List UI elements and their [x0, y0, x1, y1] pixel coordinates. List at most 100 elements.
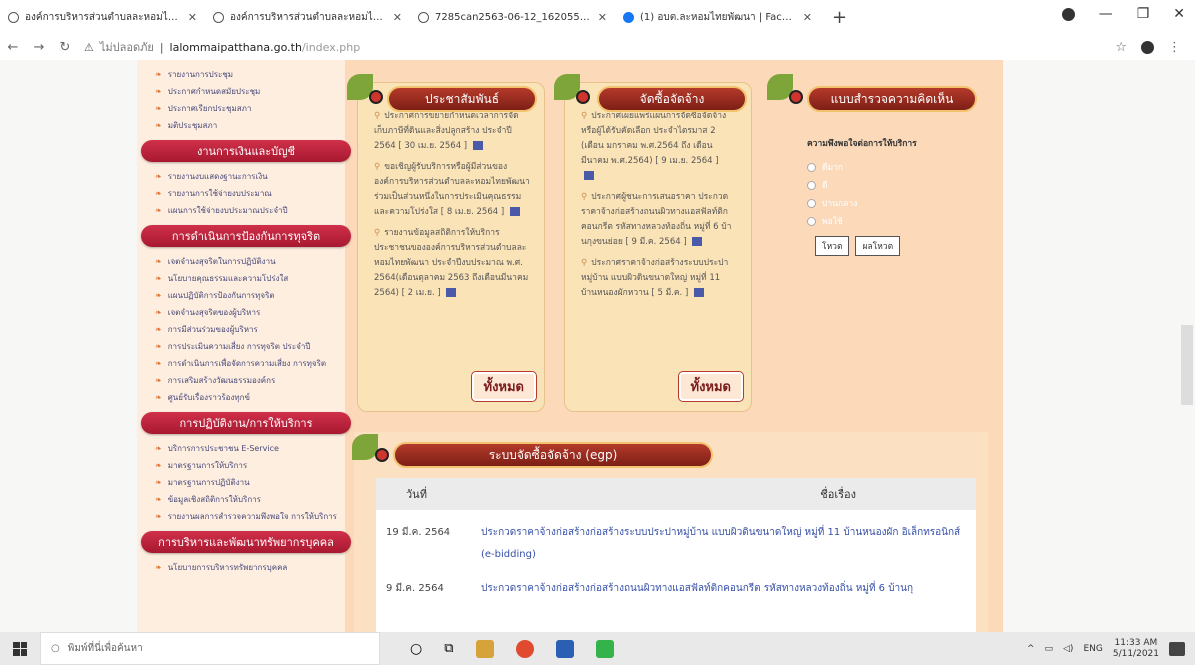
row-title[interactable]: ประกวดราคาจ้างก่อสร้างก่อสร้างระบบประปาห…	[481, 522, 976, 566]
radio-button[interactable]	[807, 198, 816, 208]
sidebar-item[interactable]: ❧ การดำเนินการเพื่อจัดการความเสี่ยง การทุ…	[155, 355, 345, 372]
browser-tab[interactable]: 7285can2563-06-12_162055pk ✕	[410, 4, 615, 30]
close-icon[interactable]: ✕	[188, 11, 197, 24]
sidebar-item[interactable]: ❧ ศูนย์รับเรื่องราวร้องทุกข์	[155, 389, 345, 406]
scrollbar[interactable]	[1181, 325, 1193, 405]
pr-box: ⚲ ประกาศการขยายกำหนดเวลาการจัดเก็บภาษีที่…	[357, 82, 545, 412]
close-window-icon[interactable]: ✕	[1173, 6, 1185, 22]
avatar[interactable]	[1141, 40, 1154, 54]
radio-button[interactable]	[807, 162, 816, 172]
network-icon[interactable]: ▭	[1044, 644, 1053, 654]
sidebar-item[interactable]: ❧ รายงานงบแสดงฐานะการเงิน	[155, 168, 345, 185]
start-button[interactable]	[0, 632, 40, 665]
task-view-icon[interactable]: ⧉	[444, 641, 453, 656]
all-procurement-button[interactable]: ทั้งหมด	[678, 372, 743, 401]
browser-tab[interactable]: (1) อบต.ละหอมไทยพัฒนา | Facebook ✕	[615, 4, 820, 30]
vote-result-button[interactable]: ผลโหวต	[855, 236, 901, 256]
radio-button[interactable]	[807, 216, 816, 226]
sidebar-heading-service: การปฏิบัติงาน/การให้บริการ	[141, 412, 351, 434]
profile-icon[interactable]	[1061, 7, 1075, 21]
sidebar-item[interactable]: ❧ การมีส่วนร่วมของผู้บริหาร	[155, 321, 345, 338]
sidebar-item[interactable]: ❧ แผนปฏิบัติการป้องกันการทุจริต	[155, 287, 345, 304]
sidebar-item[interactable]: ❧ รายงานผลการสำรวจความพึงพอใจ การให้บริกา…	[155, 508, 345, 525]
forward-icon[interactable]: →	[26, 40, 52, 55]
news-item[interactable]: ⚲ ประกาศผู้ชนะการเสนอราคา ประกวดราคาจ้างก…	[581, 190, 737, 250]
maximize-icon[interactable]: ❐	[1137, 6, 1150, 22]
notification-icon[interactable]	[1169, 641, 1185, 656]
sidebar-item[interactable]: ❧ เจตจำนงสุจริตในการปฏิบัติงาน	[155, 253, 345, 270]
sidebar-item[interactable]: ❧ ข้อมูลเชิงสถิติการให้บริการ	[155, 491, 345, 508]
survey-option[interactable]: ปานกลาง	[807, 194, 967, 212]
site-body: ❧ รายงานการประชุม ❧ ประกาศกำหนดสมัยประชุม …	[137, 60, 1003, 632]
sidebar-item[interactable]: ❧ แผนการใช้จ่ายงบประมาณประจำปี	[155, 202, 345, 219]
row-title[interactable]: ประกวดราคาจ้างก่อสร้างก่อสร้างถนนผิวทางแ…	[481, 578, 913, 600]
news-item[interactable]: ⚲ ประกาศเผยแพร่แผนการจัดซื้อจัดจ้างหรือผู…	[581, 109, 737, 184]
reload-icon[interactable]: ↻	[52, 40, 78, 55]
vote-button[interactable]: โหวต	[815, 236, 850, 256]
sidebar-item[interactable]: ❧ การเสริมสร้างวัฒนธรรมองค์กร	[155, 372, 345, 389]
url-path: /index.php	[301, 40, 361, 54]
sidebar-item[interactable]: ❧ นโยบายคุณธรรมและความโปร่งใส	[155, 270, 345, 287]
cortana-icon[interactable]: ○	[410, 641, 422, 657]
volume-icon[interactable]: ◁)	[1063, 644, 1073, 654]
floppy-icon	[584, 171, 594, 180]
window-controls: — ❐ ✕	[1061, 6, 1185, 22]
star-icon[interactable]: ☆	[1115, 40, 1127, 55]
minimize-icon[interactable]: —	[1099, 6, 1113, 22]
news-item[interactable]: ⚲ รายงานข้อมูลสถิติการให้บริการประชาชนของ…	[374, 226, 530, 301]
all-news-button[interactable]: ทั้งหมด	[471, 372, 536, 401]
close-icon[interactable]: ✕	[393, 11, 402, 24]
security-label: ไม่ปลอดภัย	[99, 41, 154, 54]
chrome-icon[interactable]	[515, 639, 534, 658]
warning-icon[interactable]: ⚠	[84, 41, 94, 54]
menu-icon[interactable]: ⋮	[1168, 40, 1181, 55]
line-icon[interactable]	[595, 639, 614, 658]
sidebar-item[interactable]: ❧ รายงานการใช้จ่ายงบประมาณ	[155, 185, 345, 202]
word-icon[interactable]	[555, 639, 574, 658]
system-tray: ^ ▭ ◁) ENG 11:33 AM 5/11/2021	[1027, 638, 1185, 660]
bullet-icon: ❧	[155, 104, 162, 113]
clock-date: 5/11/2021	[1112, 648, 1159, 659]
row-date: 19 มี.ค. 2564	[386, 527, 451, 538]
bullet-icon: ❧	[155, 461, 162, 470]
sidebar-item[interactable]: ❧ มาตรฐานการปฏิบัติงาน	[155, 474, 345, 491]
news-item[interactable]: ⚲ ประกาศราคาจ้างก่อสร้างระบบประปาหมู่บ้าน…	[581, 256, 737, 301]
sidebar-item[interactable]: ❧ รายงานการประชุม	[155, 66, 345, 83]
sidebar-item[interactable]: ❧ การประเมินความเสี่ยง การทุจริต ประจำปี	[155, 338, 345, 355]
sidebar-item[interactable]: ❧ นโยบายการบริหารทรัพยากรบุคคล	[155, 559, 345, 576]
survey-option[interactable]: ดีมาก	[807, 158, 967, 176]
browser-tab[interactable]: องค์การบริหารส่วนตำบลละหอมไทยพัฒนา ✕	[205, 4, 410, 30]
browser-tab[interactable]: องค์การบริหารส่วนตำบลละหอมไทยพัฒนา ✕	[0, 4, 205, 30]
taskbar-search[interactable]: ○ พิมพ์ที่นี่เพื่อค้นหา	[40, 632, 380, 665]
chevron-up-icon[interactable]: ^	[1027, 644, 1035, 654]
floppy-icon	[693, 288, 704, 297]
sidebar-item[interactable]: ❧ เจตจำนงสุจริตของผู้บริหาร	[155, 304, 345, 321]
bullet-icon: ❧	[155, 291, 162, 300]
close-icon[interactable]: ✕	[598, 11, 607, 24]
close-icon[interactable]: ✕	[803, 11, 812, 24]
survey-option[interactable]: ดี	[807, 176, 967, 194]
clock[interactable]: 11:33 AM 5/11/2021	[1113, 638, 1159, 660]
file-explorer-icon[interactable]	[475, 639, 494, 658]
radio-button[interactable]	[807, 180, 816, 190]
pin-icon: ⚲	[581, 258, 588, 268]
sidebar-item[interactable]: ❧ ประกาศเรียกประชุมสภา	[155, 100, 345, 117]
bullet-icon: ❧	[155, 172, 162, 181]
back-icon[interactable]: ←	[0, 40, 26, 55]
sidebar-heading-finance: งานการเงินและบัญชี	[141, 140, 351, 162]
table-row[interactable]: 19 มี.ค. 2564 ประกวดราคาจ้างก่อสร้างก่อส…	[376, 510, 976, 566]
ladybug-icon	[789, 90, 803, 104]
procurement-box: ⚲ ประกาศเผยแพร่แผนการจัดซื้อจัดจ้างหรือผู…	[564, 82, 752, 412]
sidebar-item[interactable]: ❧ มาตรฐานการให้บริการ	[155, 457, 345, 474]
sidebar-item[interactable]: ❧ มติประชุมสภา	[155, 117, 345, 134]
new-tab-button[interactable]: +	[820, 7, 859, 28]
news-item[interactable]: ⚲ ประกาศการขยายกำหนดเวลาการจัดเก็บภาษีที่…	[374, 109, 530, 154]
sidebar-item[interactable]: ❧ บริการการประชาชน E-Service	[155, 440, 345, 457]
survey-option[interactable]: พอใช้	[807, 212, 967, 230]
sidebar-item[interactable]: ❧ ประกาศกำหนดสมัยประชุม	[155, 83, 345, 100]
url-field[interactable]: ⚠ ไม่ปลอดภัย | lalommaipatthana.go.th/in…	[84, 38, 360, 56]
floppy-icon	[509, 207, 520, 216]
table-row[interactable]: 9 มี.ค. 2564 ประกวดราคาจ้างก่อสร้างก่อสร…	[376, 566, 976, 600]
language-indicator[interactable]: ENG	[1083, 644, 1102, 654]
news-item[interactable]: ⚲ ขอเชิญผู้รับบริการหรือผู้มีส่วนของ องค์…	[374, 160, 530, 220]
